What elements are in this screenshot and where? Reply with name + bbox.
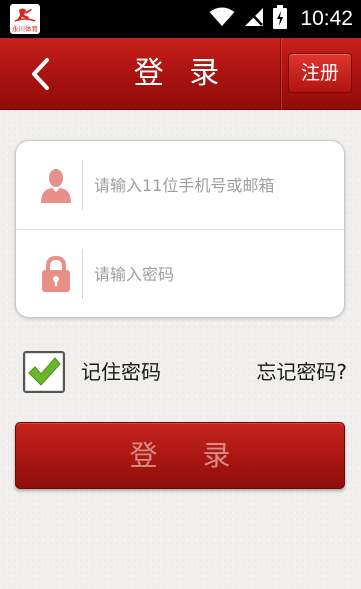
checkmark-icon (28, 357, 61, 386)
status-icons: 10:42 (209, 0, 353, 38)
signal-icon (244, 7, 264, 31)
password-input[interactable] (94, 254, 330, 294)
password-row (16, 230, 344, 318)
register-button[interactable]: 注册 (288, 53, 352, 93)
back-button[interactable] (18, 52, 62, 96)
battery-icon (273, 5, 288, 33)
status-bar: 永川体育 10:42 (0, 0, 361, 38)
wifi-icon (209, 7, 235, 31)
remember-checkbox[interactable] (23, 351, 65, 393)
title-bar: 登 录 注册 (0, 38, 361, 110)
lock-icon (36, 254, 76, 294)
username-separator (82, 160, 83, 210)
app-logo-icon: 永川体育 (10, 4, 40, 34)
forgot-password-link[interactable]: 忘记密码? (256, 358, 347, 386)
login-form-card (15, 140, 345, 318)
user-icon (36, 165, 76, 205)
status-time: 10:42 (300, 7, 353, 30)
chevron-left-icon (32, 58, 49, 90)
remember-label: 记住密码 (81, 360, 161, 384)
login-button[interactable]: 登 录 (15, 422, 345, 489)
title-divider (280, 38, 281, 110)
username-row (16, 141, 344, 230)
username-input[interactable] (94, 165, 330, 205)
app-logo-text: 永川体育 (12, 24, 39, 33)
password-separator (82, 249, 83, 299)
